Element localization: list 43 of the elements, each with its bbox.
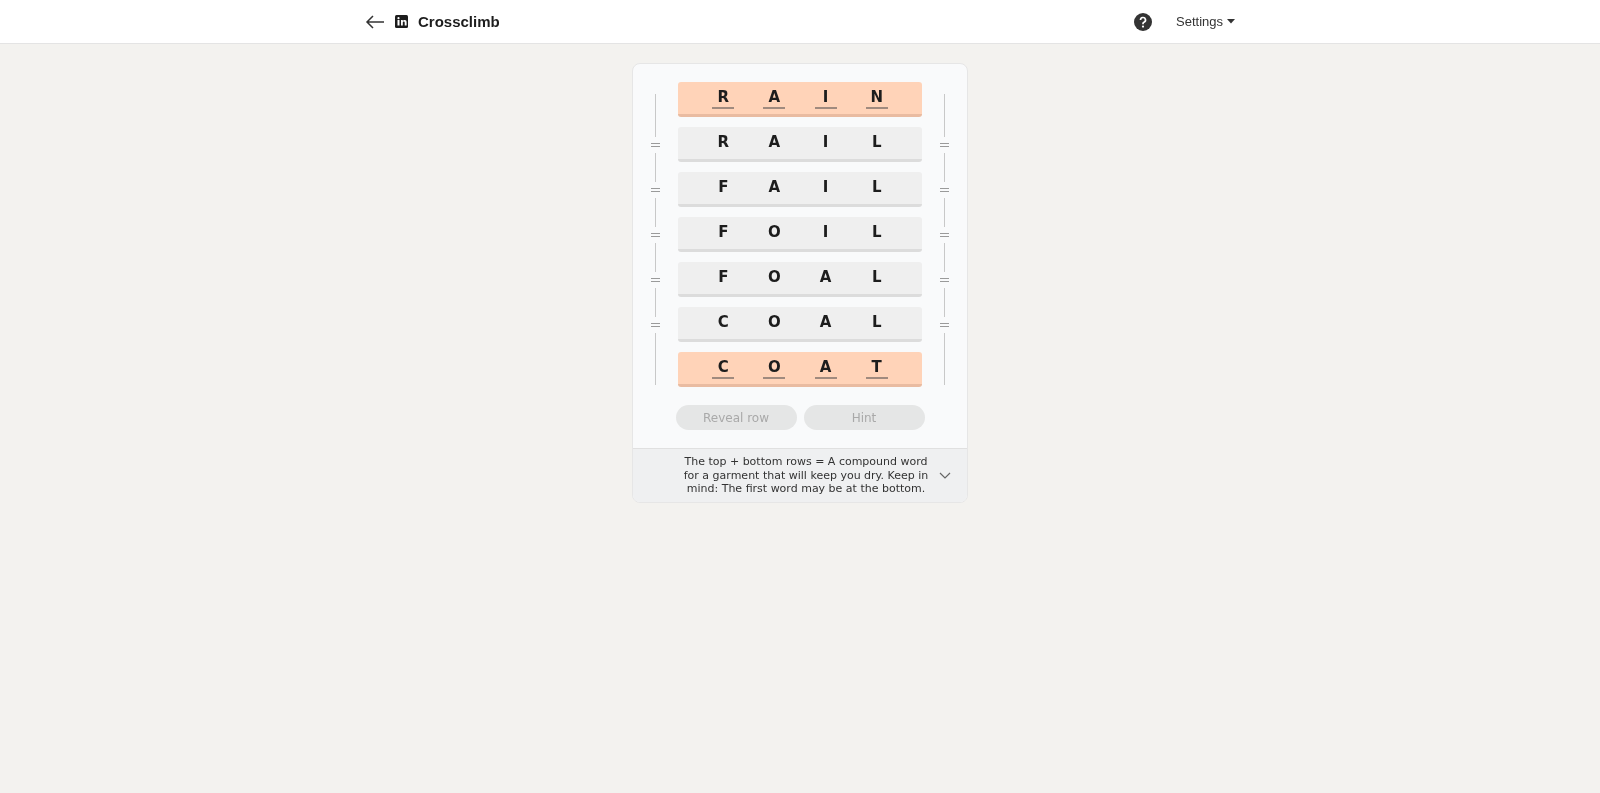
back-button[interactable] bbox=[365, 14, 385, 29]
letter: A bbox=[767, 132, 782, 153]
letter: C bbox=[716, 312, 730, 333]
letter: A bbox=[767, 177, 782, 198]
word-row[interactable]: R A I L bbox=[677, 127, 923, 162]
letter: L bbox=[870, 177, 883, 198]
letter: I bbox=[821, 177, 830, 198]
help-icon[interactable] bbox=[1134, 12, 1152, 31]
letter: R bbox=[716, 132, 731, 153]
letter: A bbox=[818, 312, 833, 333]
clue-text: The top + bottom rows = A compound word for a garment that will keep you dry. Keep in mind: The first word may be at the bottom. bbox=[682, 455, 930, 496]
letter: C bbox=[712, 357, 735, 379]
letter: L bbox=[870, 267, 883, 288]
letter: F bbox=[717, 267, 730, 288]
letter: O bbox=[767, 312, 782, 333]
letter: O bbox=[767, 267, 782, 288]
letter: A bbox=[818, 267, 833, 288]
chevron-icon[interactable] bbox=[939, 471, 951, 479]
word-row[interactable]: C O A L bbox=[677, 307, 923, 342]
letter: N bbox=[865, 87, 888, 109]
logo-icon bbox=[395, 15, 408, 28]
letter: O bbox=[767, 222, 782, 243]
letter: F bbox=[717, 222, 730, 243]
letter: L bbox=[870, 312, 883, 333]
letter: I bbox=[821, 132, 830, 153]
word-row[interactable]: C O A T bbox=[677, 352, 923, 387]
letter: T bbox=[865, 357, 888, 379]
letter: R bbox=[712, 87, 735, 109]
letter: I bbox=[814, 87, 837, 109]
letter: A bbox=[814, 357, 837, 379]
letter: O bbox=[763, 357, 786, 379]
word-row[interactable]: F O I L bbox=[677, 217, 923, 252]
word-row[interactable]: F A I L bbox=[677, 172, 923, 207]
word-row[interactable]: F O A L bbox=[677, 262, 923, 297]
letter: F bbox=[717, 177, 730, 198]
letter: L bbox=[870, 132, 883, 153]
page-title: Crossclimb bbox=[418, 13, 500, 30]
letter: I bbox=[821, 222, 830, 243]
caret-icon bbox=[1227, 19, 1235, 24]
letter: A bbox=[763, 87, 786, 109]
settings-menu[interactable]: Settings bbox=[1176, 10, 1235, 33]
letter: L bbox=[870, 222, 883, 243]
word-row[interactable]: R A I N bbox=[677, 82, 923, 117]
